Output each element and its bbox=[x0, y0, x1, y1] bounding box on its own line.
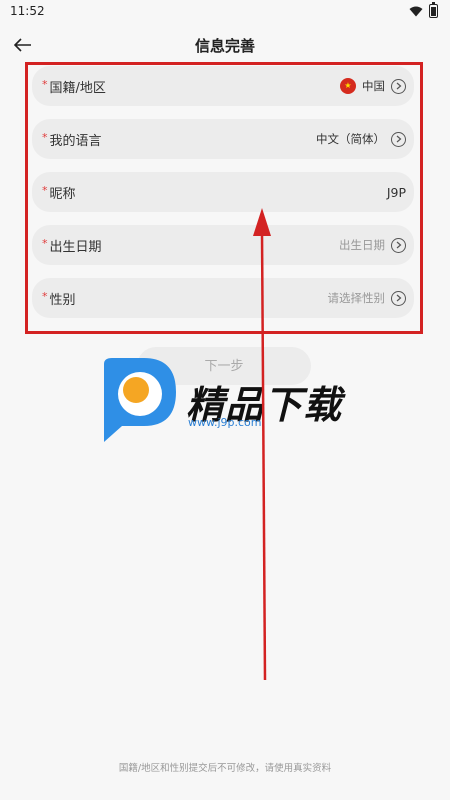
footnote-text: 国籍/地区和性别提交后不可修改，请使用真实资料 bbox=[118, 763, 332, 774]
annotation-arrow bbox=[253, 208, 271, 681]
